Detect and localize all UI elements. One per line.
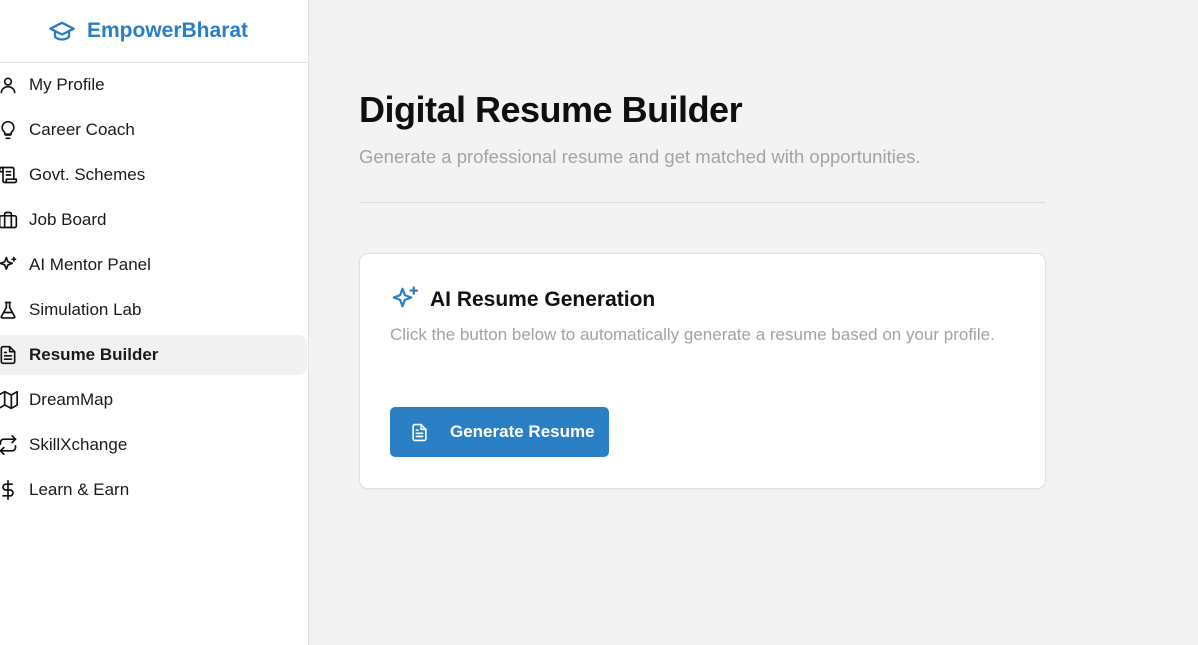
user-icon (0, 74, 20, 96)
sidebar-item-ai-mentor-panel[interactable]: AI Mentor Panel (0, 245, 307, 285)
sparkles-icon (0, 254, 20, 276)
card-description: Click the button below to automatically … (390, 325, 995, 344)
sidebar-item-label: SkillXchange (29, 435, 128, 454)
sidebar-item-skillxchange[interactable]: SkillXchange (0, 425, 307, 465)
sidebar-item-label: Resume Builder (29, 345, 159, 364)
sidebar-nav: My Profile Career Coach Govt. Schemes Jo… (0, 65, 308, 510)
dollar-icon (0, 479, 20, 501)
sidebar-item-label: Job Board (29, 210, 107, 229)
briefcase-icon (0, 209, 20, 231)
sidebar-item-label: Simulation Lab (29, 300, 142, 319)
page-subtitle: Generate a professional resume and get m… (359, 146, 921, 167)
repeat-icon (0, 434, 20, 456)
sparkles-icon (390, 284, 422, 316)
sidebar-item-learn-earn[interactable]: Learn & Earn (0, 470, 307, 510)
card-title: AI Resume Generation (430, 288, 656, 311)
card-header: AI Resume Generation (390, 284, 655, 316)
sidebar-item-label: AI Mentor Panel (29, 255, 151, 274)
lightbulb-icon (0, 119, 20, 141)
divider (359, 202, 1046, 203)
brand-name: EmpowerBharat (87, 19, 249, 42)
sidebar-item-label: Learn & Earn (29, 480, 130, 499)
sidebar-item-resume-builder[interactable]: Resume Builder (0, 335, 307, 375)
brand[interactable]: EmpowerBharat (0, 0, 308, 63)
sidebar-item-career-coach[interactable]: Career Coach (0, 110, 307, 150)
file-text-icon (410, 422, 430, 442)
sidebar-item-simulation-lab[interactable]: Simulation Lab (0, 290, 307, 330)
map-icon (0, 389, 20, 411)
sidebar-item-job-board[interactable]: Job Board (0, 200, 307, 240)
sidebar-item-label: DreamMap (29, 390, 114, 409)
sidebar-item-label: Govt. Schemes (29, 165, 146, 184)
sidebar-item-label: My Profile (29, 75, 105, 94)
graduation-cap-icon (48, 17, 76, 45)
page-title: Digital Resume Builder (359, 89, 743, 130)
generate-resume-label: Generate Resume (450, 422, 595, 441)
file-text-icon (0, 344, 20, 366)
scroll-icon (0, 164, 20, 186)
sidebar-item-my-profile[interactable]: My Profile (0, 65, 307, 105)
sidebar-item-govt-schemes[interactable]: Govt. Schemes (0, 155, 307, 195)
resume-generation-card: AI Resume Generation Click the button be… (359, 253, 1046, 489)
sidebar-item-dreammap[interactable]: DreamMap (0, 380, 307, 420)
generate-resume-button[interactable]: Generate Resume (390, 407, 609, 457)
sidebar: EmpowerBharat My Profile Career Coach Go… (0, 0, 309, 645)
main-content: Digital Resume Builder Generate a profes… (309, 0, 1198, 645)
sidebar-item-label: Career Coach (29, 120, 135, 139)
flask-icon (0, 299, 20, 321)
